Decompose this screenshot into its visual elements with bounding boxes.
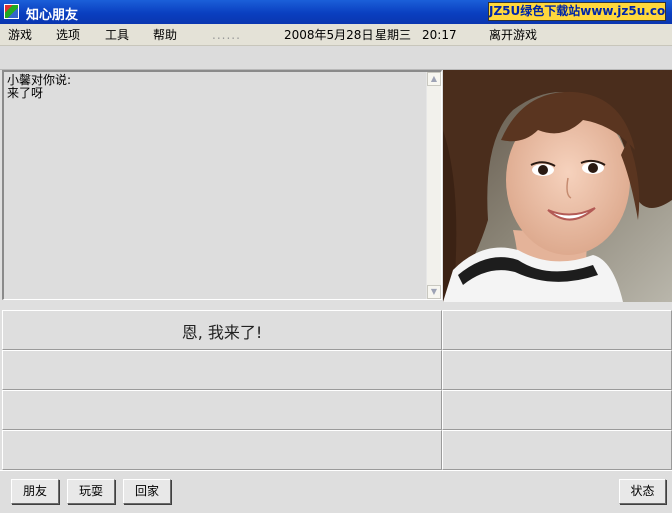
reply-option-2[interactable] <box>2 350 442 390</box>
scroll-up-icon[interactable]: ▲ <box>427 72 441 86</box>
menu-leave-game[interactable]: 离开游戏 <box>489 28 537 42</box>
reply-side-cell-2 <box>442 350 672 390</box>
window-title: 知心朋友 <box>26 8 79 23</box>
home-button[interactable]: 回家 <box>123 479 171 504</box>
toolbar-strip <box>0 46 672 70</box>
weekday-display: 星期三 <box>375 28 412 42</box>
message-box[interactable]: 小馨对你说: 来了呀 ▲ ▼ <box>2 70 442 300</box>
reply-side-cell-4 <box>442 430 672 470</box>
reply-option-4[interactable] <box>2 430 442 470</box>
reply-side-cell-3 <box>442 390 672 430</box>
friend-button[interactable]: 朋友 <box>11 479 59 504</box>
menu-tools[interactable]: 工具 <box>105 28 129 42</box>
character-portrait <box>443 70 672 302</box>
app-icon <box>4 4 19 19</box>
play-button[interactable]: 玩耍 <box>67 479 115 504</box>
menu-game[interactable]: 游戏 <box>8 28 32 42</box>
bottom-bar: 朋友 玩耍 回家 状态 <box>0 470 672 513</box>
time-display: 20:17 <box>422 28 457 42</box>
menu-options[interactable]: 选项 <box>56 28 80 42</box>
message-text: 来了呀 <box>7 86 44 100</box>
menu-separator-dots: ...... <box>212 28 241 42</box>
reply-option-1[interactable]: 恩, 我来了! <box>2 310 442 350</box>
menu-help[interactable]: 帮助 <box>153 28 177 42</box>
menu-bar: 游戏 选项 工具 帮助 ...... 2008年5月28日 星期三 20:17 … <box>0 24 672 46</box>
title-bar: 知心朋友 JZ5U绿色下载站www.jz5u.com <box>0 0 672 24</box>
status-button[interactable]: 状态 <box>619 479 666 504</box>
vertical-scrollbar[interactable]: ▲ ▼ <box>426 72 441 299</box>
watermark-banner: JZ5U绿色下载站www.jz5u.com <box>488 2 666 21</box>
reply-option-3[interactable] <box>2 390 442 430</box>
reply-side-cell-1 <box>442 310 672 350</box>
date-display: 2008年5月28日 <box>284 28 374 42</box>
scroll-down-icon[interactable]: ▼ <box>427 285 441 299</box>
reply-option-1-text: 恩, 我来了! <box>181 323 263 342</box>
